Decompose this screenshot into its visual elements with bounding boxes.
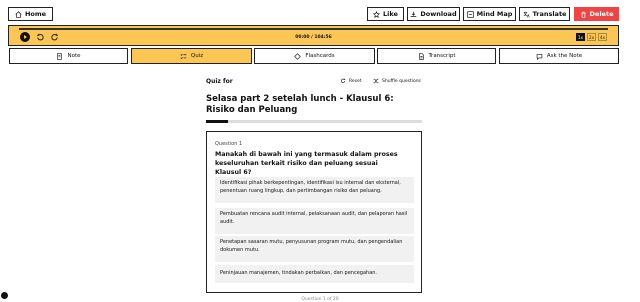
shuffle-button[interactable]: Shuffle questions [373, 78, 421, 84]
player-time: 00:00 / 104:56 [295, 35, 332, 40]
speed-4x-button[interactable]: 4x [598, 33, 607, 41]
download-icon [411, 11, 417, 17]
help-icon[interactable] [1, 292, 8, 299]
speed-1x-button[interactable]: 1x [576, 33, 585, 41]
flashcard-icon [294, 52, 302, 60]
quiz-for-label: Quiz for [206, 78, 233, 85]
like-button[interactable]: Like [367, 7, 404, 21]
tab-quiz[interactable]: Quiz [131, 48, 252, 64]
transcript-icon [418, 52, 424, 60]
shuffle-icon [373, 78, 379, 84]
tab-ask-label: Ask the Note [546, 53, 583, 59]
question-card: Question 1 Manakah di bawah ini yang ter… [206, 131, 422, 293]
tab-transcript-label: Transcript [428, 53, 456, 59]
answer-option[interactable]: Penetapan sasaran mutu, penyusunan progr… [215, 236, 414, 262]
chat-icon [536, 53, 543, 60]
mind-map-label: Mind Map [476, 10, 513, 18]
question-counter: Question 1 of 20 [301, 297, 339, 302]
translate-icon [523, 11, 530, 17]
star-icon [373, 10, 381, 18]
reset-icon [340, 78, 346, 83]
speed-2x-button[interactable]: 2x [587, 33, 596, 41]
answer-option[interactable]: Identifikasi pihak berkepentingan, ident… [215, 177, 414, 203]
trash-icon [580, 11, 586, 18]
player-progress-track[interactable] [19, 28, 608, 30]
download-label: Download [420, 10, 457, 18]
question-text: Manakah di bawah ini yang termasuk dalam… [215, 151, 398, 176]
quiz-progress-fill [206, 120, 228, 123]
tab-note[interactable]: Note [9, 48, 128, 64]
note-icon [57, 52, 63, 60]
reset-label: Reset [349, 78, 362, 84]
translate-label: Translate [532, 10, 567, 18]
shuffle-label: Shuffle questions [382, 78, 421, 84]
home-label: Home [24, 10, 47, 18]
quiz-icon [180, 53, 187, 59]
quiz-progress-bar [206, 120, 422, 123]
quiz-title: Selasa part 2 setelah lunch - Klausul 6:… [206, 94, 394, 115]
tab-quiz-label: Quiz [190, 53, 204, 59]
home-button[interactable]: Home [8, 7, 53, 21]
mind-map-button[interactable]: Mind Map [463, 7, 516, 21]
like-label: Like [383, 10, 398, 18]
tab-flashcards[interactable]: Flashcards [254, 48, 375, 64]
tab-note-label: Note [67, 53, 81, 59]
delete-label: Delete [589, 10, 614, 18]
audio-player: 00:00 / 104:56 1x 2x 4x [8, 25, 619, 46]
answer-option[interactable]: Peninjauan manajemen, tindakan perbaikan… [215, 265, 414, 283]
translate-button[interactable]: Translate [519, 7, 570, 21]
tab-transcript[interactable]: Transcript [377, 48, 496, 64]
question-number: Question 1 [215, 141, 243, 147]
reset-button[interactable]: Reset [340, 78, 362, 84]
mind-map-icon [466, 10, 474, 18]
delete-button[interactable]: Delete [574, 7, 619, 21]
download-button[interactable]: Download [407, 7, 460, 21]
tab-flashcards-label: Flashcards [305, 53, 335, 59]
answer-option[interactable]: Pembuatan rencana audit internal, pelaks… [215, 208, 414, 234]
tab-ask-the-note[interactable]: Ask the Note [499, 48, 619, 64]
home-icon [15, 10, 22, 18]
